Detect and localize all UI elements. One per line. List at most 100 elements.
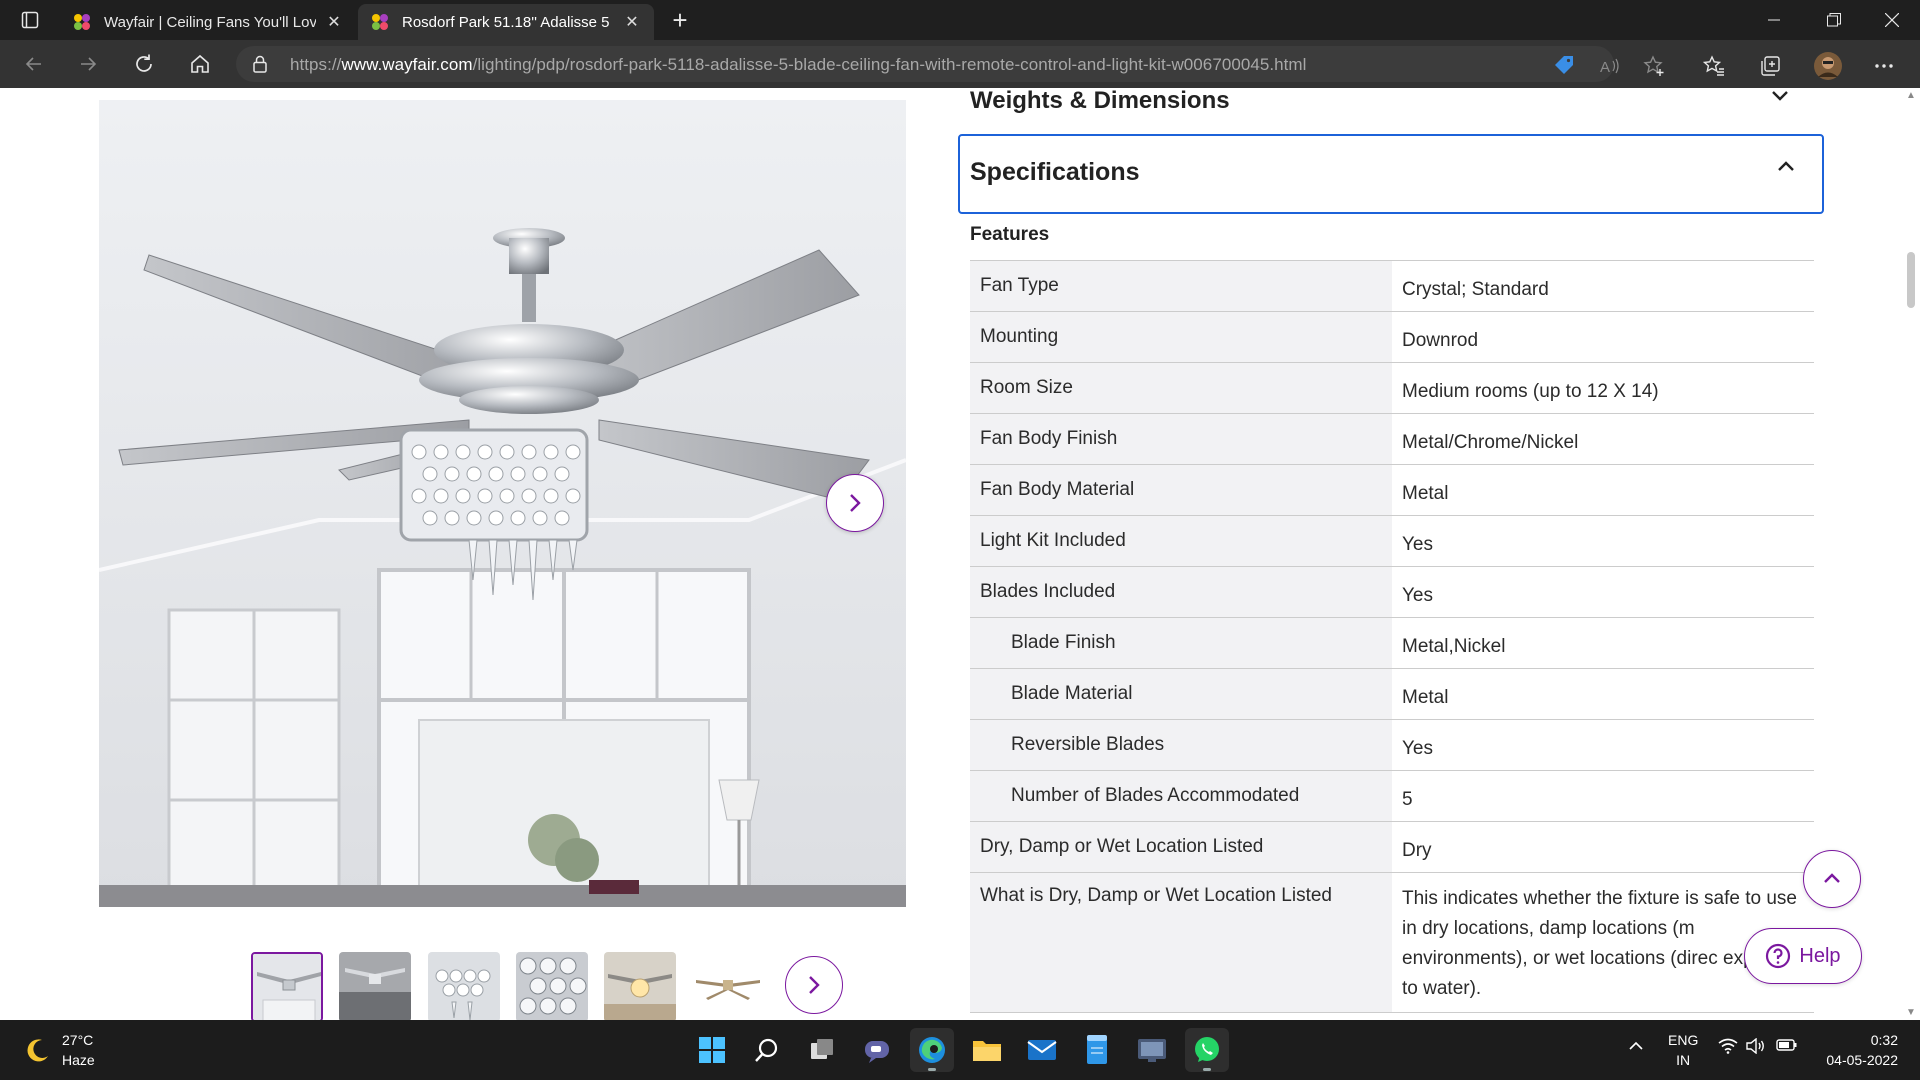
favorites-button[interactable] xyxy=(1700,55,1728,77)
spec-row: What is Dry, Damp or Wet Location Listed… xyxy=(970,873,1814,1013)
spec-label: Fan Type xyxy=(970,261,1392,311)
back-button[interactable] xyxy=(16,48,52,80)
read-aloud-button[interactable]: A xyxy=(1596,55,1624,77)
avatar xyxy=(1814,52,1842,80)
minimize-icon xyxy=(1768,19,1780,21)
search-button[interactable] xyxy=(745,1028,789,1072)
chevron-up-icon xyxy=(1824,873,1840,883)
clock[interactable]: 0:32 04-05-2022 xyxy=(1816,1030,1898,1070)
task-view-button[interactable] xyxy=(800,1028,844,1072)
tab-rosdorf-park[interactable]: Rosdorf Park 51.18'' Adalisse 5 - ✕ xyxy=(358,4,654,40)
mail-button[interactable] xyxy=(1020,1028,1064,1072)
start-button[interactable] xyxy=(690,1028,734,1072)
wayfair-favicon-icon xyxy=(372,14,388,30)
whatsapp-icon xyxy=(1195,1037,1219,1062)
lock-icon[interactable] xyxy=(252,55,268,73)
notepad-button[interactable] xyxy=(1075,1028,1119,1072)
thumbnail-crystal-closeup-image xyxy=(428,952,500,1020)
new-tab-button[interactable]: + xyxy=(664,5,696,35)
read-aloud-icon: A xyxy=(1600,58,1619,75)
coupons-button[interactable] xyxy=(1550,54,1578,76)
refresh-button[interactable] xyxy=(126,48,162,80)
scroll-to-top-button[interactable] xyxy=(1803,850,1861,908)
scrollbar-thumb[interactable] xyxy=(1907,252,1915,308)
collections-button[interactable] xyxy=(1756,55,1784,77)
thumbnails-next-button[interactable] xyxy=(785,956,843,1014)
question-mark-icon xyxy=(1766,943,1791,969)
help-label: Help xyxy=(1799,944,1841,967)
spec-label: Room Size xyxy=(970,363,1392,413)
help-button[interactable]: Help xyxy=(1744,928,1862,984)
whatsapp-button[interactable] xyxy=(1185,1028,1229,1072)
home-icon xyxy=(191,54,209,73)
spec-value: Yes xyxy=(1402,585,1433,606)
spec-row: Reversible Blades Yes xyxy=(970,720,1814,771)
spec-value: Crystal; Standard xyxy=(1402,279,1549,300)
weather-widget[interactable]: 27°C Haze xyxy=(24,1030,95,1070)
title-bar: Wayfair | Ceiling Fans You'll Love ✕ Ros… xyxy=(0,0,1920,40)
product-thumbnail-6[interactable] xyxy=(692,952,764,1020)
scroll-down-arrow-icon[interactable]: ▼ xyxy=(1906,1007,1916,1018)
edge-taskbar-button[interactable] xyxy=(910,1028,954,1072)
product-thumbnail-3[interactable] xyxy=(428,952,500,1020)
forward-button[interactable] xyxy=(70,48,106,80)
spec-value: Dry xyxy=(1402,840,1432,861)
tab-wayfair-ceiling-fans[interactable]: Wayfair | Ceiling Fans You'll Love ✕ xyxy=(60,4,356,40)
product-thumbnail-5[interactable] xyxy=(604,952,676,1020)
url-text[interactable]: https://www.wayfair.com/lighting/pdp/ros… xyxy=(290,55,1306,75)
close-tab-icon[interactable]: ✕ xyxy=(622,12,642,32)
home-button[interactable] xyxy=(182,48,218,80)
network-button[interactable] xyxy=(1718,1038,1738,1057)
spec-label: Number of Blades Accommodated xyxy=(970,771,1392,821)
battery-icon xyxy=(1776,1039,1797,1051)
tab-actions-menu-button[interactable] xyxy=(12,8,48,32)
spec-row: Room Size Medium rooms (up to 12 X 14) xyxy=(970,363,1814,414)
spec-row: Dry, Damp or Wet Location Listed Dry xyxy=(970,822,1814,873)
thumbnail-fan-dimensions-image xyxy=(692,952,764,1020)
screen-app-button[interactable] xyxy=(1130,1028,1174,1072)
product-thumbnail-4[interactable] xyxy=(516,952,588,1020)
task-view-icon xyxy=(811,1039,833,1059)
close-tab-icon[interactable]: ✕ xyxy=(324,12,344,32)
wayfair-favicon-icon xyxy=(74,14,90,30)
product-thumbnail-2[interactable] xyxy=(339,952,411,1020)
file-explorer-button[interactable] xyxy=(965,1028,1009,1072)
battery-button[interactable] xyxy=(1776,1038,1798,1055)
close-icon xyxy=(1885,13,1899,27)
running-indicator xyxy=(1203,1068,1211,1071)
chevron-up-icon xyxy=(1629,1041,1643,1050)
weights-dimensions-accordion[interactable]: Weights & Dimensions xyxy=(970,88,1790,114)
volume-button[interactable] xyxy=(1746,1037,1766,1057)
chevron-down-icon xyxy=(1772,91,1788,101)
chevron-up-icon xyxy=(1778,161,1794,171)
svg-text:A: A xyxy=(1600,59,1610,75)
collections-icon xyxy=(1761,56,1780,76)
language-indicator[interactable]: ENG IN xyxy=(1668,1030,1698,1070)
spec-label: Fan Body Material xyxy=(970,465,1392,515)
product-main-image[interactable] xyxy=(99,100,906,907)
specifications-accordion[interactable]: Specifications xyxy=(958,134,1824,214)
spec-row: Mounting Downrod xyxy=(970,312,1814,363)
close-window-button[interactable] xyxy=(1864,0,1920,40)
spec-label: Blade Finish xyxy=(970,618,1392,668)
settings-menu-button[interactable] xyxy=(1870,55,1898,77)
tab-title: Rosdorf Park 51.18'' Adalisse 5 - xyxy=(402,13,614,31)
minimize-button[interactable] xyxy=(1746,0,1802,40)
teams-chat-button[interactable] xyxy=(855,1028,899,1072)
spec-label: Fan Body Finish xyxy=(970,414,1392,464)
add-favorite-button[interactable] xyxy=(1640,55,1668,77)
forward-arrow-icon xyxy=(81,57,97,71)
clock-date: 04-05-2022 xyxy=(1826,1052,1898,1068)
page-scrollbar[interactable]: ▲ ▼ xyxy=(1902,88,1920,1020)
product-thumbnail-1[interactable] xyxy=(251,952,323,1020)
show-hidden-icons-button[interactable] xyxy=(1628,1038,1644,1054)
image-next-button[interactable] xyxy=(826,474,884,532)
restore-button[interactable] xyxy=(1806,0,1862,40)
profile-button[interactable] xyxy=(1812,50,1844,82)
scroll-up-arrow-icon[interactable]: ▲ xyxy=(1906,90,1916,101)
moon-icon xyxy=(27,1039,48,1062)
spec-value: Metal xyxy=(1402,483,1449,504)
screen-icon xyxy=(1138,1039,1166,1062)
spec-value: Metal,Nickel xyxy=(1402,636,1506,657)
address-bar[interactable]: https://www.wayfair.com/lighting/pdp/ros… xyxy=(236,46,1614,82)
